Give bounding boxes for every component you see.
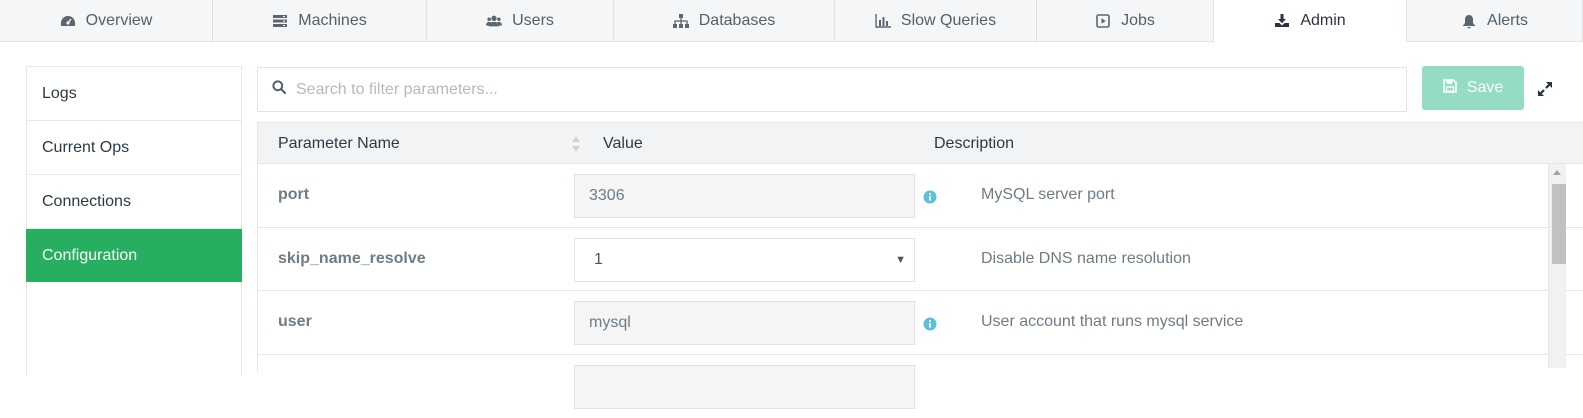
parameter-search-box[interactable] xyxy=(257,67,1407,112)
server-icon xyxy=(272,13,288,29)
column-header-parameter-name[interactable]: Parameter Name xyxy=(278,135,400,153)
table-scrollbar[interactable] xyxy=(1548,164,1566,368)
tab-label: Alerts xyxy=(1487,12,1528,30)
parameter-name: skip_name_resolve xyxy=(278,250,426,268)
top-tab-bar: Overview Machines Users Databases Slow Q… xyxy=(0,0,1583,42)
dashboard-icon xyxy=(60,13,76,29)
tab-label: Jobs xyxy=(1121,12,1155,30)
tab-alerts[interactable]: Alerts xyxy=(1407,0,1583,42)
tab-users[interactable]: Users xyxy=(427,0,614,42)
tab-label: Machines xyxy=(298,12,366,30)
sitemap-icon xyxy=(673,13,689,29)
parameter-name: user xyxy=(278,313,312,331)
tab-overview[interactable]: Overview xyxy=(0,0,213,42)
info-icon[interactable] xyxy=(923,317,937,336)
sidebar-item-label: Logs xyxy=(42,85,77,103)
column-header-description: Description xyxy=(934,135,1014,153)
parameter-value-input[interactable]: mysql xyxy=(574,301,915,345)
parameter-value-input[interactable]: 3306 xyxy=(574,174,915,218)
save-button[interactable]: Save xyxy=(1422,66,1524,110)
bar-chart-icon xyxy=(875,13,891,29)
tab-label: Admin xyxy=(1300,12,1345,30)
parameter-value-select[interactable]: 1 ▼ xyxy=(574,238,915,282)
search-input[interactable] xyxy=(296,81,1376,99)
admin-sidebar: Logs Current Ops Connections Configurati… xyxy=(26,66,242,376)
column-header-value: Value xyxy=(603,135,643,153)
tab-databases[interactable]: Databases xyxy=(614,0,835,42)
sidebar-item-label: Current Ops xyxy=(42,139,129,157)
sidebar-item-logs[interactable]: Logs xyxy=(27,67,241,121)
expand-icon[interactable] xyxy=(1536,80,1554,98)
tab-label: Databases xyxy=(699,12,776,30)
sidebar-item-label: Configuration xyxy=(42,247,137,265)
sidebar-item-current-ops[interactable]: Current Ops xyxy=(27,121,241,175)
tab-label: Users xyxy=(512,12,554,30)
scroll-up-icon[interactable] xyxy=(1553,170,1561,175)
configuration-table: Parameter Name Value Description port 33… xyxy=(257,122,1583,372)
table-row xyxy=(258,355,1583,418)
tab-slow-queries[interactable]: Slow Queries xyxy=(835,0,1037,42)
tab-machines[interactable]: Machines xyxy=(213,0,427,42)
table-header: Parameter Name Value Description xyxy=(258,122,1583,164)
parameter-description: MySQL server port xyxy=(981,186,1115,204)
table-row: skip_name_resolve 1 ▼ Disable DNS name r… xyxy=(258,228,1583,292)
select-value: 1 xyxy=(594,251,603,269)
parameter-value-input[interactable] xyxy=(574,365,915,409)
scrollbar-thumb[interactable] xyxy=(1552,184,1566,264)
sidebar-item-connections[interactable]: Connections xyxy=(27,175,241,229)
play-square-icon xyxy=(1095,13,1111,29)
table-row: user mysql User account that runs mysql … xyxy=(258,291,1583,355)
info-icon[interactable] xyxy=(923,190,937,209)
tab-jobs[interactable]: Jobs xyxy=(1037,0,1214,42)
users-icon xyxy=(486,13,502,29)
tab-label: Overview xyxy=(86,12,153,30)
parameter-description: Disable DNS name resolution xyxy=(981,250,1191,268)
sidebar-item-configuration[interactable]: Configuration xyxy=(26,229,242,282)
sort-icon[interactable] xyxy=(571,135,581,158)
bell-icon xyxy=(1461,13,1477,29)
table-row: port 3306 MySQL server port xyxy=(258,164,1583,228)
floppy-disk-icon xyxy=(1443,79,1457,98)
tab-admin[interactable]: Admin xyxy=(1214,0,1407,42)
parameter-description: User account that runs mysql service xyxy=(981,313,1243,331)
save-button-label: Save xyxy=(1467,79,1503,97)
search-icon xyxy=(272,80,286,99)
sidebar-item-label: Connections xyxy=(42,193,131,211)
parameter-name: port xyxy=(278,186,309,204)
tab-label: Slow Queries xyxy=(901,12,996,30)
download-icon xyxy=(1274,13,1290,29)
caret-down-icon: ▼ xyxy=(895,254,906,266)
